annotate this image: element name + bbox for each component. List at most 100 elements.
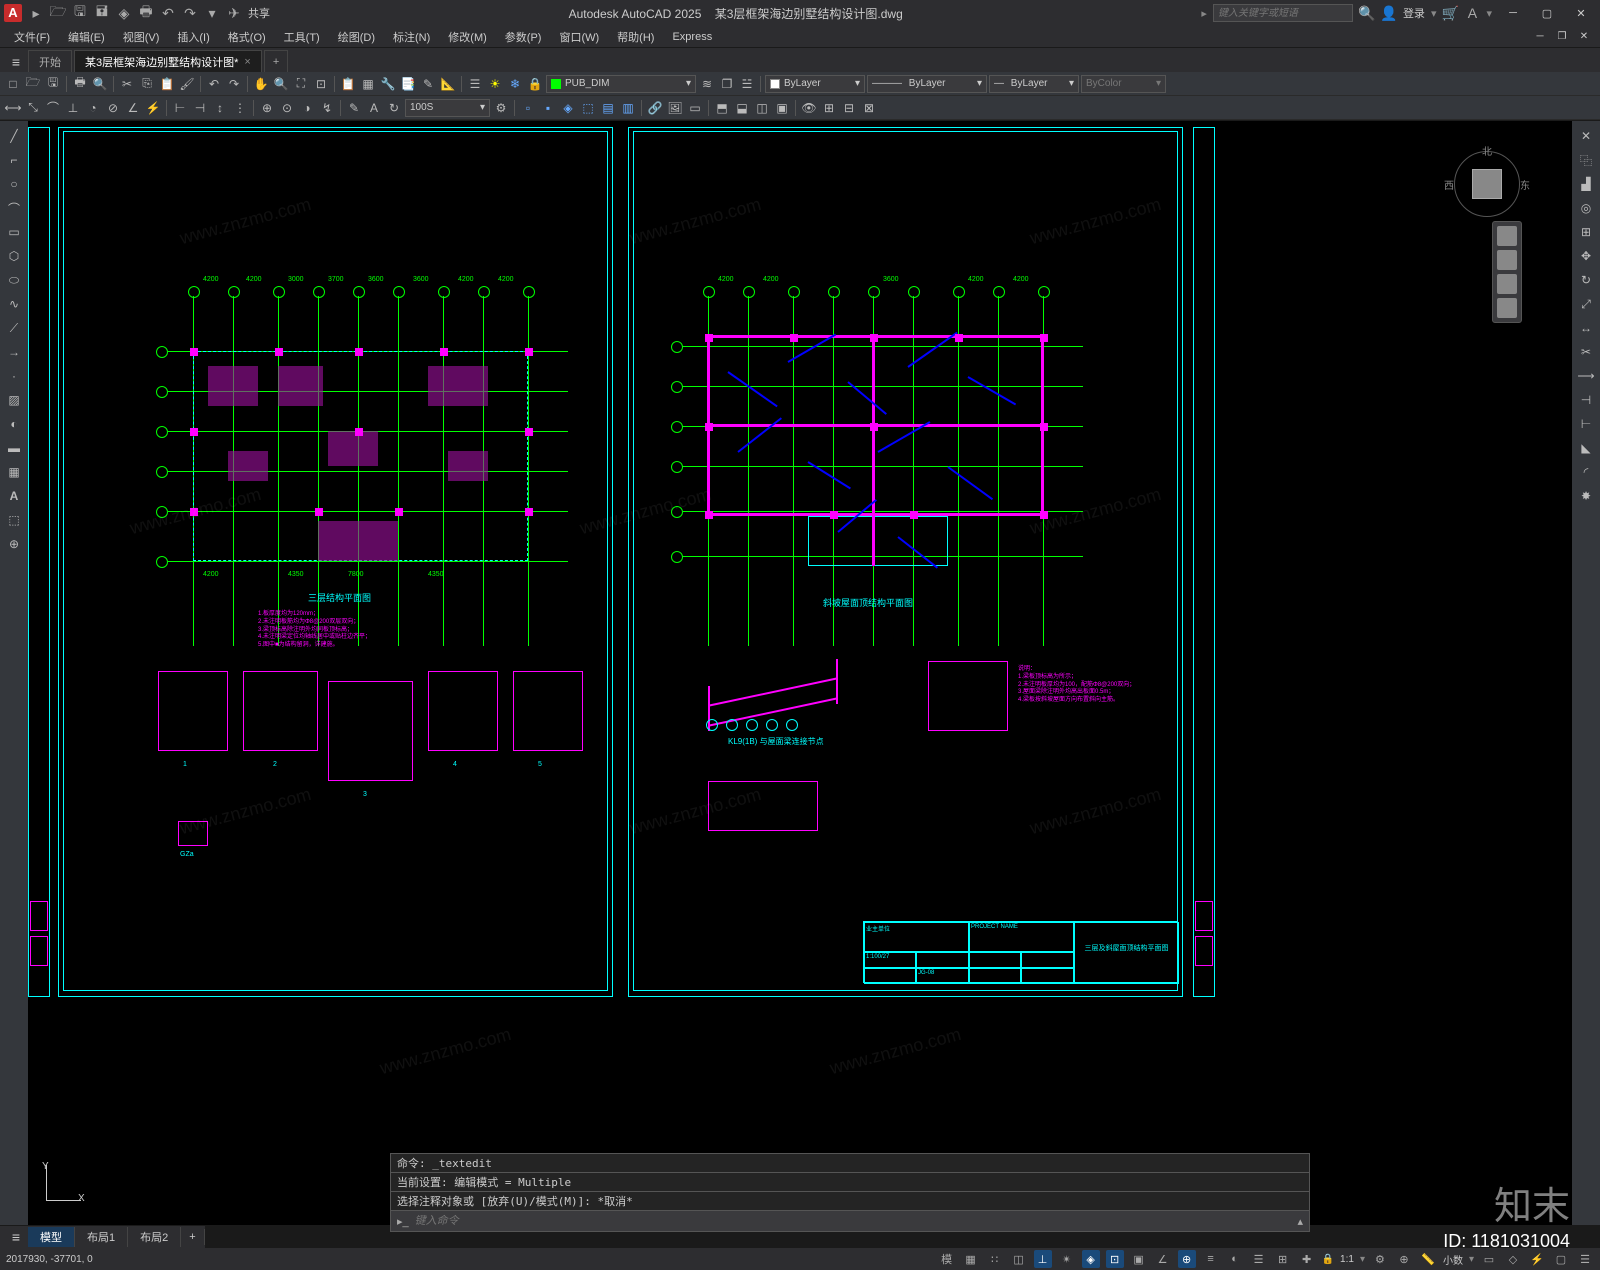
center-icon[interactable]: ⊙ xyxy=(278,99,296,117)
tpy-button[interactable]: ◐ xyxy=(1226,1250,1244,1268)
command-input[interactable] xyxy=(415,1215,1292,1227)
layer-lock-icon[interactable]: 🔒 xyxy=(526,75,544,93)
annomon-button[interactable]: ✚ xyxy=(1298,1250,1316,1268)
sheet-button[interactable]: 📑 xyxy=(399,75,417,93)
menu-window[interactable]: 窗口(W) xyxy=(551,27,607,47)
sc-button[interactable]: ⊞ xyxy=(1274,1250,1292,1268)
plotstyle-dropdown[interactable]: ByColor▾ xyxy=(1081,75,1166,93)
layer-states-icon[interactable]: ☀ xyxy=(486,75,504,93)
match-button[interactable]: 🖌 xyxy=(178,75,196,93)
view1-icon[interactable]: 👁 xyxy=(800,99,818,117)
menu-view[interactable]: 视图(V) xyxy=(115,27,168,47)
minimize-icon[interactable]: ─ xyxy=(1498,2,1528,24)
layer-button[interactable]: ☰ xyxy=(466,75,484,93)
save-icon[interactable]: 🖫 xyxy=(72,5,88,21)
dyn-button[interactable]: ⊕ xyxy=(1178,1250,1196,1268)
ray-icon[interactable]: → xyxy=(5,343,23,361)
table-icon[interactable]: ▦ xyxy=(5,463,23,481)
zoom-button[interactable]: 🔍 xyxy=(272,75,290,93)
qcalc-button[interactable]: 📐 xyxy=(439,75,457,93)
share-icon[interactable]: ✈ xyxy=(226,5,242,21)
navorbit-icon[interactable] xyxy=(1497,298,1517,318)
menu-format[interactable]: 格式(O) xyxy=(220,27,274,47)
ortho-button[interactable]: ⊥ xyxy=(1034,1250,1052,1268)
start-menu-icon[interactable]: ≡ xyxy=(4,52,28,72)
layer-tool2-icon[interactable]: ❐ xyxy=(718,75,736,93)
navpan-icon[interactable] xyxy=(1497,250,1517,270)
array-icon[interactable]: ⊞ xyxy=(1577,223,1595,241)
dim-quick-icon[interactable]: ⚡ xyxy=(144,99,162,117)
new-icon[interactable]: ▸ xyxy=(28,5,44,21)
share-label[interactable]: 共享 xyxy=(248,5,270,21)
zoomwin-button[interactable]: ⛶ xyxy=(292,75,310,93)
am-button[interactable]: ⊕ xyxy=(1395,1250,1413,1268)
autodesk-icon[interactable]: А xyxy=(1464,5,1480,21)
open-icon[interactable]: 🗁 xyxy=(50,5,66,21)
rotate-icon[interactable]: ↻ xyxy=(1577,271,1595,289)
menu-draw[interactable]: 绘图(D) xyxy=(330,27,383,47)
menu-dim[interactable]: 标注(N) xyxy=(385,27,438,47)
layer-freeze-icon[interactable]: ❄ xyxy=(506,75,524,93)
circle-icon[interactable]: ○ xyxy=(5,175,23,193)
image-icon[interactable]: 🖼 xyxy=(666,99,684,117)
scale-icon[interactable]: ⤢ xyxy=(1577,295,1595,313)
dim-dia-icon[interactable]: ⊘ xyxy=(104,99,122,117)
doc-close-icon[interactable]: ✕ xyxy=(1574,26,1594,48)
ellipse-icon[interactable]: ⬭ xyxy=(5,271,23,289)
viewcube-top[interactable] xyxy=(1472,169,1502,199)
block-icon[interactable]: ⬚ xyxy=(5,511,23,529)
props-button[interactable]: 📋 xyxy=(339,75,357,93)
menu-help[interactable]: 帮助(H) xyxy=(609,27,662,47)
stretch-icon[interactable]: ↔ xyxy=(1577,319,1595,337)
dimedit-icon[interactable]: ✎ xyxy=(345,99,363,117)
view4-icon[interactable]: ⊠ xyxy=(860,99,878,117)
lwt-button[interactable]: ≡ xyxy=(1202,1250,1220,1268)
arc-icon[interactable]: ⌒ xyxy=(5,199,23,217)
mod4-icon[interactable]: ⬚ xyxy=(579,99,597,117)
mod1-icon[interactable]: ▫ xyxy=(519,99,537,117)
mirror-icon[interactable]: ▟ xyxy=(1577,175,1595,193)
block3-icon[interactable]: ◫ xyxy=(753,99,771,117)
dimtedit-icon[interactable]: A xyxy=(365,99,383,117)
dc-button[interactable]: ▦ xyxy=(359,75,377,93)
ws-button[interactable]: ⚙ xyxy=(1371,1250,1389,1268)
close-icon[interactable]: ✕ xyxy=(1566,2,1596,24)
saveas-icon[interactable]: 🖬 xyxy=(94,5,110,21)
block2-icon[interactable]: ⬓ xyxy=(733,99,751,117)
rect-icon[interactable]: ▭ xyxy=(5,223,23,241)
zoomext-button[interactable]: ⊡ xyxy=(312,75,330,93)
layout-menu-icon[interactable]: ≡ xyxy=(4,1227,28,1247)
menu-file[interactable]: 文件(F) xyxy=(6,27,58,47)
modelspace-button[interactable]: 模 xyxy=(938,1250,956,1268)
otrack-button[interactable]: ∠ xyxy=(1154,1250,1172,1268)
break-icon[interactable]: ⊣ xyxy=(1577,391,1595,409)
new-button[interactable]: □ xyxy=(4,75,22,93)
xline-icon[interactable]: ⟋ xyxy=(5,319,23,337)
menu-modify[interactable]: 修改(M) xyxy=(440,27,495,47)
layer-tool3-icon[interactable]: ☱ xyxy=(738,75,756,93)
inspect-icon[interactable]: ◑ xyxy=(298,99,316,117)
app-icon[interactable]: A xyxy=(4,4,22,22)
layer-tool1-icon[interactable]: ≋ xyxy=(698,75,716,93)
3dosnap-button[interactable]: ▣ xyxy=(1130,1250,1148,1268)
save-button[interactable]: 🖫 xyxy=(44,75,62,93)
paste-button[interactable]: 📋 xyxy=(158,75,176,93)
hatch-icon[interactable]: ▨ xyxy=(5,391,23,409)
view2-icon[interactable]: ⊞ xyxy=(820,99,838,117)
units-label[interactable]: 小数 xyxy=(1443,1252,1463,1267)
dim-base-icon[interactable]: ⊢ xyxy=(171,99,189,117)
osnap-button[interactable]: ⊡ xyxy=(1106,1250,1124,1268)
menu-express[interactable]: Express xyxy=(664,29,720,45)
lineweight-dropdown[interactable]: — ByLayer▾ xyxy=(989,75,1079,93)
layer-dropdown[interactable]: PUB_DIM▾ xyxy=(546,75,696,93)
trim-icon[interactable]: ✂ xyxy=(1577,343,1595,361)
qp-button[interactable]: ☰ xyxy=(1250,1250,1268,1268)
cut-button[interactable]: ✂ xyxy=(118,75,136,93)
grid-button[interactable]: ▦ xyxy=(962,1250,980,1268)
insert-icon[interactable]: ⊕ xyxy=(5,535,23,553)
preview-button[interactable]: 🔍 xyxy=(91,75,109,93)
plot-button[interactable]: 🖶 xyxy=(71,75,89,93)
navzoom-icon[interactable] xyxy=(1497,274,1517,294)
jog-icon[interactable]: ↯ xyxy=(318,99,336,117)
web-icon[interactable]: ◈ xyxy=(116,5,132,21)
